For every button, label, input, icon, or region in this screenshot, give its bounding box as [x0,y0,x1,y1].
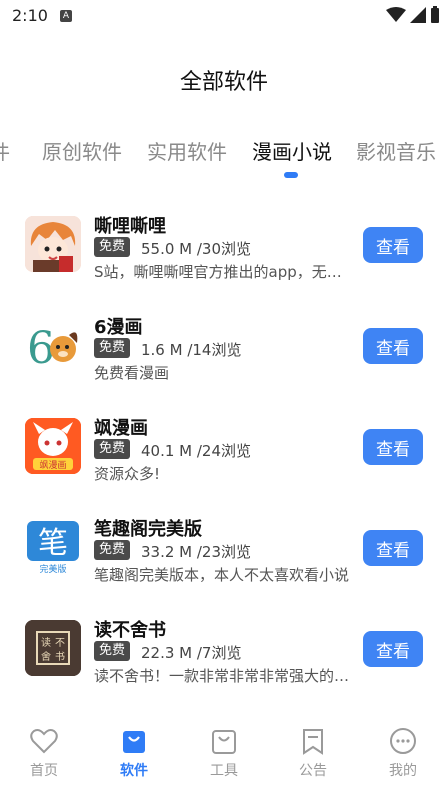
tab-utility-software[interactable]: 实用软件 [147,136,227,165]
view-button[interactable]: 查看 [363,530,423,566]
view-button[interactable]: 查看 [363,328,423,364]
tab-video-music[interactable]: 影视音乐 [356,136,436,165]
icon-sub-glyph: 完美版 [39,563,66,575]
app-meta: 40.1 M /24浏览 [141,442,252,460]
app-icon[interactable]: 读 不 舍 书 [25,620,81,676]
category-tabs: 件 原创软件 实用软件 漫画小说 影视音乐 [0,130,448,180]
pen-icon: 笔 完美版 [25,519,81,575]
nav-label: 软件 [120,763,148,779]
app-name[interactable]: 6漫画 [94,313,143,339]
list-item[interactable]: 嘶哩嘶哩 免费 55.0 M /30浏览 S站，嘶哩嘶哩官方推出的app，无广告… [0,196,448,296]
book-seal-icon: 读 不 舍 书 [25,620,81,676]
nav-label: 首页 [30,763,58,779]
app-name[interactable]: 嘶哩嘶哩 [94,212,166,238]
app-name[interactable]: 读不舍书 [94,616,166,642]
status-icons [386,6,440,24]
smile-icon [390,728,416,754]
app-meta: 1.6 M /14浏览 [141,341,242,359]
heart-icon [30,729,58,754]
price-badge: 免费 [94,237,130,257]
icon-glyph: 舍 [41,650,51,663]
nav-profile[interactable]: 我的 [371,726,435,780]
shopping-bag-icon [212,730,236,754]
icon-glyph: 书 [55,651,65,663]
nav-label: 公告 [299,763,327,779]
app-description: 资源众多! [94,465,161,483]
nav-label: 我的 [389,763,417,779]
list-item[interactable]: 6 6漫画 免费 1.6 M /14浏览 免费看漫画 查看 [0,297,448,397]
price-badge: 免费 [94,439,130,459]
signal-icon [410,7,426,23]
app-description: 读不舍书！一款非常非常非常强大的阅读 [94,667,352,685]
wifi-icon [386,7,406,22]
tab-indicator [284,172,298,178]
list-item[interactable]: 笔 完美版 笔趣阁完美版 免费 33.2 M /23浏览 笔趣阁完美版本，本人不… [0,499,448,599]
price-badge: 免费 [94,641,130,661]
anime-girl-icon [25,216,81,272]
notification-icon: A [60,10,72,22]
app-icon[interactable] [25,216,81,272]
bottom-nav: 首页 软件 工具 公告 我的 [0,718,448,798]
six-comic-icon: 6 [25,317,81,373]
nav-software[interactable]: 软件 [102,726,166,780]
app-name[interactable]: 笔趣阁完美版 [94,515,202,541]
view-button[interactable]: 查看 [363,227,423,263]
icon-glyph: 飒漫画 [39,459,66,471]
app-icon[interactable]: 笔 完美版 [25,519,81,575]
price-badge: 免费 [94,338,130,358]
app-meta: 33.2 M /23浏览 [141,543,252,561]
app-description: 免费看漫画 [94,364,170,382]
nav-announcements[interactable]: 公告 [281,726,345,780]
icon-glyph: 笔 [38,526,68,561]
app-name[interactable]: 飒漫画 [94,414,148,440]
view-button[interactable]: 查看 [363,429,423,465]
status-bar: 2:10 A [0,0,448,32]
app-icon[interactable]: 飒漫画 [25,418,81,474]
app-icon[interactable]: 6 [25,317,81,373]
nav-home[interactable]: 首页 [12,726,76,780]
tab-comics-novels[interactable]: 漫画小说 [252,136,332,165]
bag-icon [123,731,145,753]
view-button[interactable]: 查看 [363,631,423,667]
bookmark-icon [303,729,323,755]
tab-original-software[interactable]: 原创软件 [42,136,122,165]
icon-glyph: 读 [41,636,51,649]
app-description: S站，嘶哩嘶哩官方推出的app，无广告 [94,263,352,281]
app-description: 笔趣阁完美版本，本人不太喜欢看小说 [94,566,350,584]
app-meta: 22.3 M /7浏览 [141,644,242,662]
icon-glyph: 不 [55,638,65,649]
status-time: 2:10 [12,6,48,25]
nav-label: 工具 [210,763,238,779]
page-title: 全部软件 [179,70,268,95]
nav-tools[interactable]: 工具 [192,726,256,780]
price-badge: 免费 [94,540,130,560]
app-meta: 55.0 M /30浏览 [141,240,252,258]
list-item[interactable]: 飒漫画 飒漫画 免费 40.1 M /24浏览 资源众多! 查看 [0,398,448,498]
list-item[interactable]: 读 不 舍 书 读不舍书 免费 22.3 M /7浏览 读不舍书！一款非常非常非… [0,600,448,700]
battery-icon [431,6,439,23]
sa-comic-icon: 飒漫画 [25,418,81,474]
tab-partial[interactable]: 件 [0,136,10,165]
